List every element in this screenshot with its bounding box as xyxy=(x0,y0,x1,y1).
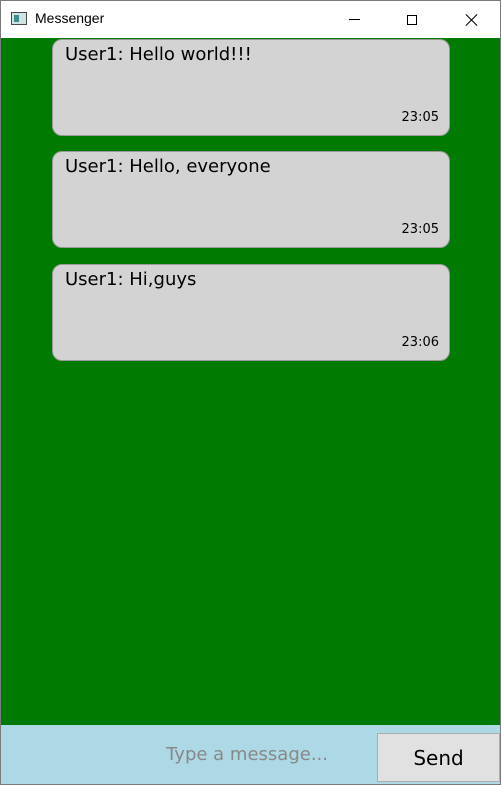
send-button[interactable]: Send xyxy=(377,733,500,782)
message-text: User1: Hello, everyone xyxy=(65,156,271,177)
message-bubble: User1: Hi,guys 23:06 xyxy=(52,264,450,361)
close-icon xyxy=(465,13,478,26)
message-text: User1: Hi,guys xyxy=(65,269,197,290)
message-input[interactable] xyxy=(1,725,376,784)
minimize-button[interactable] xyxy=(331,1,377,38)
title-bar[interactable]: Messenger xyxy=(1,1,500,38)
app-window-icon xyxy=(11,12,27,25)
message-text: User1: Hello world!!! xyxy=(65,44,252,65)
maximize-icon xyxy=(407,14,417,25)
messenger-window: Messenger User1: Hello world!!! 23:05 Us… xyxy=(0,0,501,785)
message-bubble: User1: Hello world!!! 23:05 xyxy=(52,39,450,136)
message-timestamp: 23:05 xyxy=(401,110,439,125)
message-list[interactable]: User1: Hello world!!! 23:05 User1: Hello… xyxy=(1,38,500,725)
minimize-icon xyxy=(348,19,360,20)
maximize-button[interactable] xyxy=(389,1,435,38)
window-title: Messenger xyxy=(35,10,105,26)
close-button[interactable] xyxy=(448,1,494,38)
composer-bar: Send xyxy=(1,725,500,784)
message-bubble: User1: Hello, everyone 23:05 xyxy=(52,151,450,248)
message-timestamp: 23:06 xyxy=(401,335,439,350)
message-timestamp: 23:05 xyxy=(401,222,439,237)
